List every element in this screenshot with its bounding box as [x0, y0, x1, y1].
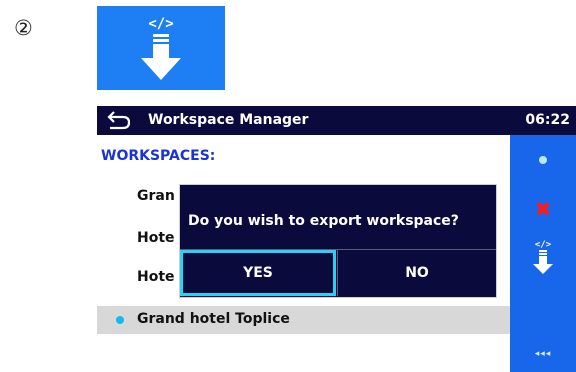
workspace-list-item[interactable]: Hote [137, 230, 175, 246]
no-button[interactable]: NO [338, 250, 496, 296]
dialog-message: Do you wish to export workspace? [188, 213, 459, 229]
page-title: Workspace Manager [148, 112, 309, 128]
selected-dot-icon [116, 316, 124, 324]
more-options-button[interactable]: ◂◂◂ [510, 335, 576, 372]
clock: 06:22 [525, 112, 570, 128]
delete-button[interactable]: ✖ [510, 185, 576, 233]
title-bar: Workspace Manager 06:22 [97, 106, 576, 135]
workspaces-heading: WORKSPACES: [101, 148, 216, 164]
more-options-icon: ◂◂◂ [534, 348, 552, 359]
delete-x-icon: ✖ [534, 197, 552, 221]
export-button[interactable]: </> [510, 233, 576, 283]
svg-text:</>: </> [148, 16, 173, 32]
svg-text:</>: </> [535, 240, 552, 250]
back-arrow-icon[interactable] [105, 109, 133, 131]
workspace-list-item[interactable]: Hote [137, 269, 175, 285]
yes-button[interactable]: YES [180, 250, 336, 296]
workspace-list-item[interactable]: Gran [137, 188, 175, 204]
select-button[interactable] [510, 135, 576, 185]
export-workspace-icon: </> [97, 6, 225, 90]
step-marker: ② [14, 16, 33, 40]
selected-workspace-label: Grand hotel Toplice [137, 311, 290, 327]
instrument-screen: Workspace Manager 06:22 WORKSPACES: Gran… [97, 106, 576, 372]
sidebar: ✖ </> ◂◂◂ [510, 135, 576, 372]
export-confirm-dialog: Do you wish to export workspace? YES NO [179, 184, 497, 298]
select-dot-icon [539, 156, 547, 164]
selected-workspace-row[interactable]: Grand hotel Toplice [97, 306, 510, 334]
export-icon: </> [531, 237, 555, 279]
